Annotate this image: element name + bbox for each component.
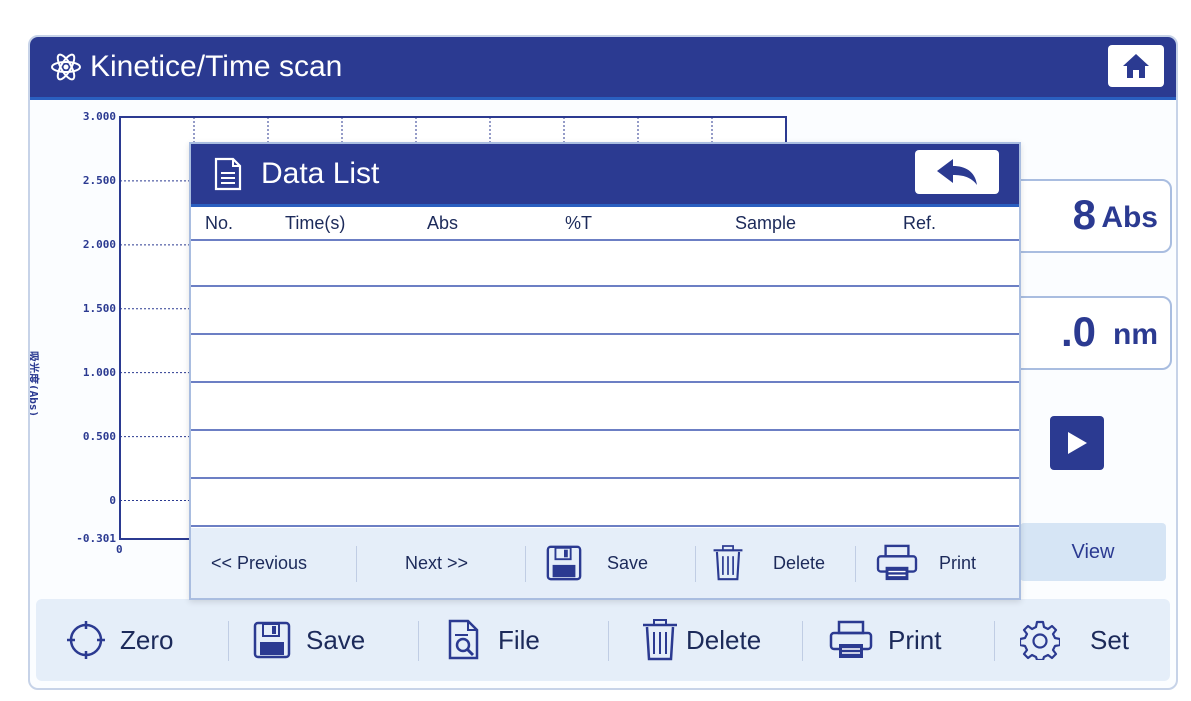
footer-divider bbox=[525, 546, 526, 582]
floppy-disk-icon bbox=[253, 621, 291, 659]
file-search-icon bbox=[448, 619, 479, 660]
y-tick-label: 1.000 bbox=[82, 365, 116, 379]
toolbar-divider bbox=[228, 621, 229, 661]
file-button[interactable]: File bbox=[444, 599, 540, 681]
file-label: File bbox=[498, 624, 540, 655]
y-tick-label: 2.500 bbox=[82, 173, 116, 187]
table-row[interactable] bbox=[191, 479, 1019, 527]
column-header: Abs bbox=[427, 213, 459, 233]
dialog-title: Data List bbox=[261, 157, 380, 190]
dialog-delete-button[interactable]: Delete bbox=[711, 528, 825, 598]
y-axis-label: 吸光度(Abs) bbox=[28, 351, 40, 418]
column-header: Sample bbox=[735, 213, 797, 233]
floppy-disk-icon bbox=[546, 545, 582, 581]
save-label: Save bbox=[306, 624, 366, 655]
bottom-toolbar: Zero Save File Delete Print Set bbox=[36, 599, 1170, 681]
printer-icon bbox=[876, 544, 918, 581]
abs-value: 8 bbox=[1072, 191, 1096, 238]
table-row[interactable] bbox=[191, 335, 1019, 383]
delete-button[interactable]: Delete bbox=[640, 599, 761, 681]
back-button[interactable] bbox=[915, 150, 999, 194]
previous-label: << Previous bbox=[211, 552, 308, 573]
footer-divider bbox=[695, 546, 696, 582]
column-header: Time(s) bbox=[285, 213, 346, 233]
y-tick-label: 0 bbox=[109, 493, 116, 507]
y-tick-label: -0.301 bbox=[76, 532, 116, 545]
document-icon bbox=[214, 157, 242, 191]
zero-label: Zero bbox=[120, 624, 174, 655]
toolbar-divider bbox=[608, 621, 609, 661]
delete-label: Delete bbox=[686, 624, 762, 655]
table-row[interactable] bbox=[191, 383, 1019, 431]
footer-divider bbox=[356, 546, 357, 582]
printer-icon bbox=[829, 620, 873, 658]
atom-icon bbox=[51, 53, 81, 81]
gear-icon bbox=[1020, 620, 1060, 660]
back-arrow-icon bbox=[937, 159, 977, 185]
trash-icon bbox=[643, 619, 677, 661]
toolbar-divider bbox=[802, 621, 803, 661]
y-tick-label: 1.500 bbox=[82, 301, 116, 315]
wavelength-value: .0 bbox=[1060, 308, 1096, 355]
previous-button[interactable]: << Previous bbox=[211, 528, 307, 598]
dialog-print-button[interactable]: Print bbox=[875, 528, 976, 598]
home-icon bbox=[1123, 54, 1149, 78]
column-header: No. bbox=[205, 213, 234, 233]
print-label: Print bbox=[888, 624, 942, 655]
settings-label: Set bbox=[1090, 624, 1130, 655]
toolbar-divider bbox=[994, 621, 995, 661]
y-tick-label: 3.000 bbox=[82, 110, 116, 123]
dialog-save-label: Save bbox=[607, 552, 649, 573]
abs-unit: Abs bbox=[1101, 201, 1158, 234]
page-title: Kinetice/Time scan bbox=[90, 50, 343, 83]
table-row[interactable] bbox=[191, 431, 1019, 479]
dialog-print-label: Print bbox=[939, 552, 977, 573]
table-row[interactable] bbox=[191, 239, 1019, 287]
footer-divider bbox=[855, 546, 856, 582]
start-button[interactable] bbox=[1050, 416, 1104, 470]
table-row[interactable] bbox=[191, 287, 1019, 335]
trash-icon bbox=[713, 545, 743, 581]
save-button[interactable]: Save bbox=[252, 599, 365, 681]
column-header: Ref. bbox=[903, 213, 937, 233]
zero-button[interactable]: Zero bbox=[66, 599, 173, 681]
title-bar: Kinetice/Time scan bbox=[30, 37, 1176, 100]
settings-button[interactable]: Set bbox=[1020, 599, 1129, 681]
next-label: Next >> bbox=[405, 552, 469, 573]
play-icon bbox=[1068, 432, 1087, 454]
column-header: %T bbox=[565, 213, 592, 233]
print-button[interactable]: Print bbox=[828, 599, 941, 681]
dialog-header: Data List bbox=[191, 144, 1019, 207]
toolbar-divider bbox=[418, 621, 419, 661]
next-button[interactable]: Next >> bbox=[405, 528, 468, 598]
crosshair-icon bbox=[67, 621, 105, 659]
y-tick-label: 0.500 bbox=[82, 429, 116, 443]
table-header: No. Time(s) Abs %T Sample Ref. bbox=[191, 207, 1019, 241]
dialog-footer: << Previous Next >> Save Delete Print bbox=[191, 528, 1019, 598]
dialog-delete-label: Delete bbox=[773, 552, 826, 573]
x-tick-label: 0 bbox=[116, 543, 123, 556]
view-button[interactable]: View bbox=[1020, 523, 1166, 581]
view-button-label: View bbox=[1071, 540, 1115, 563]
data-list-dialog: Data List No. Time(s) Abs %T Sample Ref.… bbox=[189, 142, 1021, 600]
dialog-save-button[interactable]: Save bbox=[545, 528, 648, 598]
wavelength-unit: nm bbox=[1113, 318, 1158, 351]
y-tick-label: 2.000 bbox=[82, 237, 116, 251]
home-button[interactable] bbox=[1108, 45, 1164, 87]
